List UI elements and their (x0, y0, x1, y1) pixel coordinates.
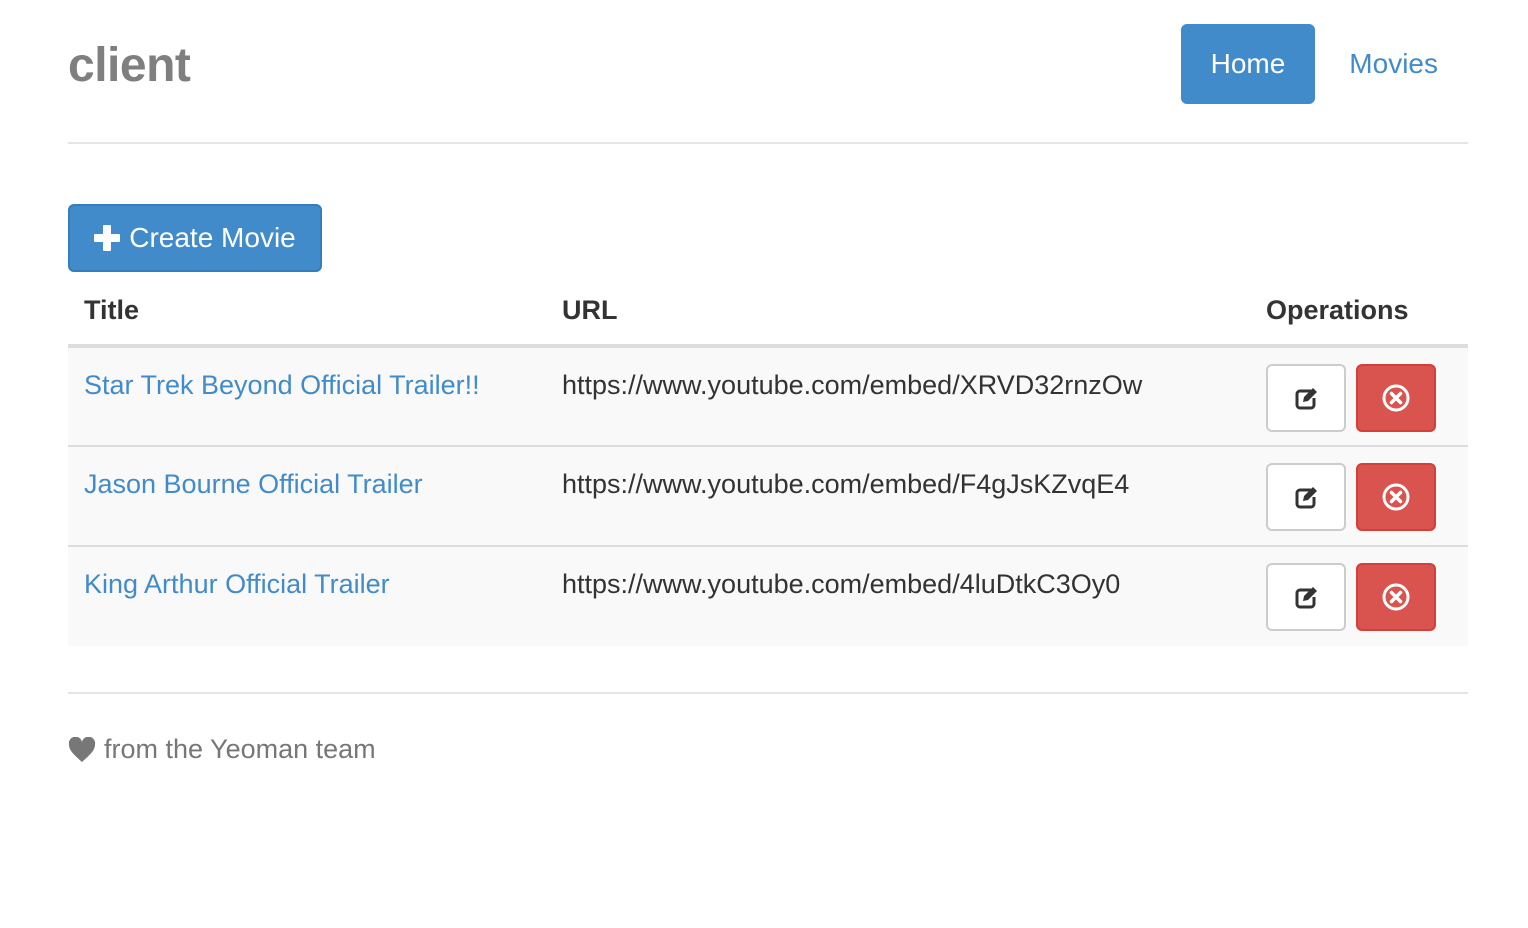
title-cell: King Arthur Official Trailer (68, 545, 546, 646)
page-container: client Home Movies Create Movie Title UR… (68, 0, 1468, 764)
column-header-url: URL (546, 276, 1250, 348)
edit-button[interactable] (1266, 563, 1346, 631)
operations-cell (1250, 545, 1468, 646)
movie-title-link[interactable]: King Arthur Official Trailer (84, 569, 390, 599)
create-movie-label: Create Movie (129, 222, 296, 253)
nav-home[interactable]: Home (1180, 24, 1316, 104)
title-cell: Jason Bourne Official Trailer (68, 445, 546, 546)
delete-button[interactable] (1356, 563, 1436, 631)
nav-movies[interactable]: Movies (1319, 24, 1468, 104)
remove-circle-icon (1382, 384, 1410, 412)
table-row: Jason Bourne Official Trailer https://ww… (68, 445, 1468, 546)
edit-icon (1295, 587, 1317, 609)
plus-icon (94, 225, 121, 251)
create-movie-button[interactable]: Create Movie (68, 204, 322, 272)
heart-icon (68, 736, 96, 762)
table-row: King Arthur Official Trailer https://www… (68, 545, 1468, 646)
movie-title-link[interactable]: Jason Bourne Official Trailer (84, 469, 423, 499)
edit-icon (1295, 388, 1317, 410)
operations-cell (1250, 445, 1468, 546)
table-row: Star Trek Beyond Official Trailer!! http… (68, 346, 1468, 446)
footer-text: from the Yeoman team (104, 734, 376, 764)
edit-button[interactable] (1266, 463, 1346, 531)
footer-credit: from the Yeoman team (68, 734, 376, 765)
edit-icon (1295, 487, 1317, 509)
movie-url: https://www.youtube.com/embed/F4gJsKZvqE… (562, 469, 1130, 499)
movies-table: Title URL Operations Star Trek Beyond Of… (68, 276, 1468, 646)
column-header-title: Title (68, 276, 546, 348)
movie-title-link[interactable]: Star Trek Beyond Official Trailer!! (84, 370, 480, 400)
table-header-row: Title URL Operations (68, 276, 1468, 348)
delete-button[interactable] (1356, 364, 1436, 432)
remove-circle-icon (1382, 583, 1410, 611)
url-cell: https://www.youtube.com/embed/XRVD32rnzO… (546, 346, 1250, 446)
edit-button[interactable] (1266, 364, 1346, 432)
main-nav: Home Movies (1180, 24, 1468, 104)
url-cell: https://www.youtube.com/embed/4luDtkC3Oy… (546, 545, 1250, 646)
url-cell: https://www.youtube.com/embed/F4gJsKZvqE… (546, 445, 1250, 546)
movie-url: https://www.youtube.com/embed/4luDtkC3Oy… (562, 569, 1121, 599)
movie-url: https://www.youtube.com/embed/XRVD32rnzO… (562, 370, 1143, 400)
delete-button[interactable] (1356, 463, 1436, 531)
brand-title: client (68, 39, 191, 92)
operations-cell (1250, 346, 1468, 446)
header: client Home Movies (68, 0, 1468, 144)
footer: from the Yeoman team (68, 692, 1468, 794)
remove-circle-icon (1382, 483, 1410, 511)
title-cell: Star Trek Beyond Official Trailer!! (68, 346, 546, 446)
column-header-operations: Operations (1250, 276, 1468, 348)
